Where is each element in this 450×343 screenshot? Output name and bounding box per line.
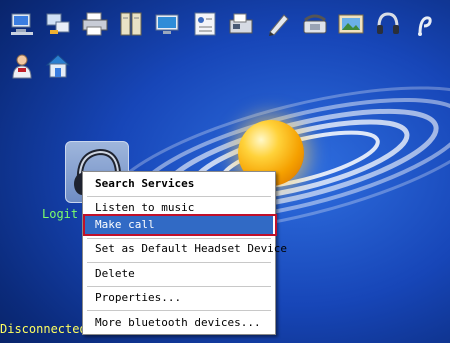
headset-icon[interactable] bbox=[374, 10, 402, 38]
menu-separator bbox=[87, 286, 271, 287]
fax-icon[interactable] bbox=[227, 10, 255, 38]
menu-item-delete[interactable]: Delete bbox=[83, 265, 275, 283]
menu-separator bbox=[87, 262, 271, 263]
file-transfer-icon[interactable] bbox=[117, 10, 145, 38]
user-icon[interactable] bbox=[8, 52, 36, 80]
network-share-icon[interactable] bbox=[44, 10, 72, 38]
annotation-highlight-box bbox=[83, 214, 277, 236]
home-network-icon[interactable] bbox=[44, 52, 72, 80]
display-icon[interactable] bbox=[154, 10, 182, 38]
picture-icon[interactable] bbox=[337, 10, 365, 38]
menu-item-set-default-headset[interactable]: Set as Default Headset Device bbox=[83, 240, 287, 258]
menu-item-properties[interactable]: Properties... bbox=[83, 289, 275, 307]
network-computer-icon[interactable] bbox=[8, 10, 36, 38]
device-name-label: Logit bbox=[42, 207, 79, 221]
connection-status: Disconnected bbox=[0, 322, 87, 336]
device-context-menu: Search Services Listen to music Make cal… bbox=[82, 171, 287, 335]
menu-item-more-bluetooth-devices[interactable]: More bluetooth devices... bbox=[83, 314, 275, 332]
menu-item-search-services[interactable]: Search Services bbox=[83, 175, 275, 193]
menu-separator bbox=[87, 310, 271, 311]
printer-icon[interactable] bbox=[81, 10, 109, 38]
menu-separator bbox=[87, 196, 271, 197]
audio-icon[interactable] bbox=[410, 10, 438, 38]
pen-icon[interactable] bbox=[264, 10, 292, 38]
contact-card-icon[interactable] bbox=[191, 10, 219, 38]
phone-icon[interactable] bbox=[301, 10, 329, 38]
menu-separator bbox=[87, 238, 271, 239]
